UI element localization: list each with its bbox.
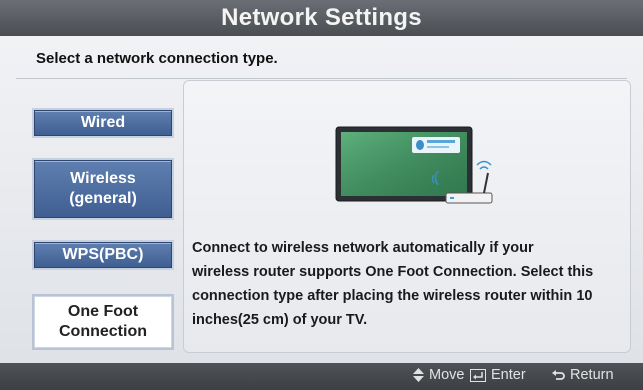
move-label: Move [429,367,465,383]
tv-with-router-illustration [335,126,493,204]
return-icon [552,369,565,380]
option-wireless-label-line1: Wireless [70,170,136,187]
option-one-foot-label-line2: Connection [59,323,147,340]
option-wps-label: WPS(PBC) [62,246,144,263]
option-one-foot-connection-button[interactable]: One Foot Connection [34,296,172,348]
enter-hint: Enter [470,367,526,383]
main-panel: Select a network connection type. Wired … [0,36,643,363]
title-bar: Network Settings [0,0,643,37]
option-one-foot-label-line1: One Foot [67,303,139,320]
option-wired-button[interactable]: Wired [34,110,172,136]
page-title: Network Settings [221,4,422,31]
enter-icon [470,368,486,382]
return-label: Return [570,367,614,383]
description-line: inches(25 cm) of your TV. [192,312,368,328]
move-hint: Move [413,367,464,383]
description-text: Connect to wireless network automaticall… [192,236,630,332]
option-wps-pbc-button[interactable]: WPS(PBC) [34,242,172,268]
divider [16,78,627,79]
option-wireless-general-button[interactable]: Wireless (general) [34,160,172,218]
description-panel: Connect to wireless network automaticall… [183,80,631,353]
description-line: wireless router supports One Foot Connec… [192,264,594,280]
description-line: Connect to wireless network automaticall… [192,240,534,256]
return-hint: Return [552,367,614,383]
footer-hint-bar: Move Enter Return [0,363,643,390]
instruction-text: Select a network connection type. [36,50,278,67]
enter-label: Enter [491,367,526,383]
description-line: connection type after placing the wirele… [192,288,593,304]
option-wireless-label-line2: (general) [69,190,137,207]
option-wired-label: Wired [80,114,126,131]
up-down-arrows-icon [413,368,424,382]
